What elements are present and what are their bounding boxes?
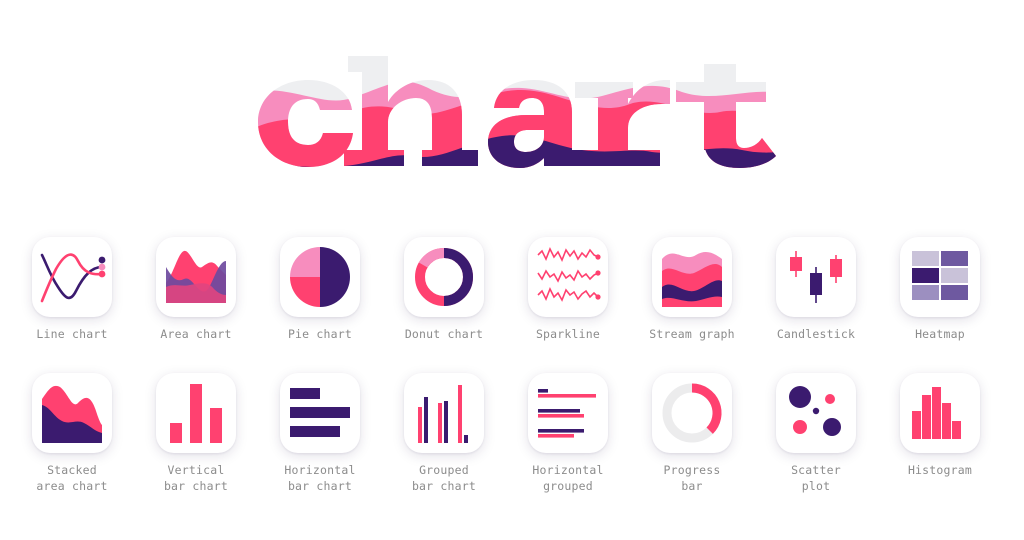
horizontal-grouped-tile[interactable]: [528, 373, 608, 453]
area-chart-icon: [166, 250, 226, 303]
heatmap-icon: [912, 251, 968, 300]
histogram-label: Histogram: [907, 463, 973, 477]
vertical-bar-chart-label: Vertical bar chart: [163, 463, 229, 493]
stream-graph-tile[interactable]: [652, 237, 732, 317]
horizontal-grouped-icon: [538, 389, 596, 438]
histogram-tile[interactable]: [900, 373, 980, 453]
stream-graph-label: Stream graph: [649, 327, 735, 341]
scatter-plot-tile[interactable]: [776, 373, 856, 453]
horizontal-grouped-label: Horizontal grouped: [532, 463, 604, 493]
sparkline-icon: [537, 247, 601, 302]
donut-chart-label: Donut chart: [404, 327, 484, 341]
scatter-plot-label: Scatter plot: [791, 463, 841, 493]
vertical-bar-chart-tile[interactable]: [156, 373, 236, 453]
pie-chart-tile[interactable]: [280, 237, 360, 317]
donut-chart-icon: [415, 247, 473, 306]
grouped-bar-chart-tile[interactable]: [404, 373, 484, 453]
chart-logo: [258, 56, 776, 168]
heatmap-tile[interactable]: [900, 237, 980, 317]
grouped-bar-chart-label: Grouped bar chart: [411, 463, 477, 493]
progress-bar-label: Progress bar: [663, 463, 721, 493]
vertical-bar-chart-icon: [170, 384, 222, 443]
line-chart-label: Line chart: [36, 327, 108, 341]
sparkline-tile[interactable]: [528, 237, 608, 317]
pie-chart-label: Pie chart: [287, 327, 353, 341]
progress-bar-tile[interactable]: [652, 373, 732, 453]
line-chart-icon: [40, 253, 106, 303]
scatter-plot-icon: [789, 386, 841, 436]
stream-graph-icon: [662, 252, 722, 307]
donut-chart-tile[interactable]: [404, 237, 484, 317]
candlestick-label: Candlestick: [776, 327, 856, 341]
heatmap-label: Heatmap: [915, 327, 965, 341]
line-chart-tile[interactable]: [32, 237, 112, 317]
grouped-bar-chart-icon: [418, 385, 468, 443]
sparkline-label: Sparkline: [535, 327, 601, 341]
candlestick-tile[interactable]: [776, 237, 856, 317]
area-chart-label: Area chart: [160, 327, 232, 341]
histogram-icon: [912, 387, 961, 439]
horizontal-bar-chart-tile[interactable]: [280, 373, 360, 453]
progress-bar-icon: [662, 383, 722, 443]
area-chart-tile[interactable]: [156, 237, 236, 317]
stacked-area-chart-label: Stacked area chart: [36, 463, 108, 493]
candlestick-icon: [790, 251, 842, 303]
stacked-area-chart-icon: [42, 385, 102, 443]
horizontal-bar-chart-label: Horizontal bar chart: [284, 463, 356, 493]
pie-chart-icon: [290, 247, 350, 307]
stacked-area-chart-tile[interactable]: [32, 373, 112, 453]
horizontal-bar-chart-icon: [290, 388, 350, 437]
